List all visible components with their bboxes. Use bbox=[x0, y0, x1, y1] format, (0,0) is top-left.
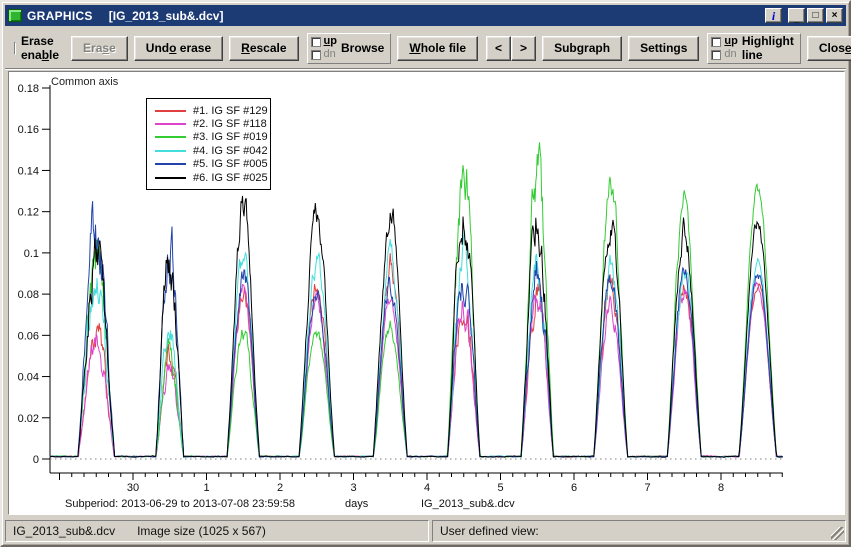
browse-label: Browse bbox=[341, 41, 384, 55]
resize-grip[interactable] bbox=[831, 527, 844, 540]
highlight-line-label: Highlight line bbox=[742, 34, 794, 62]
svg-text:0.1: 0.1 bbox=[24, 248, 39, 260]
erase-enable-label: Erase enable bbox=[21, 34, 59, 62]
app-window: GRAPHICS [IG_2013_sub&.dcv] i _ □ × Eras… bbox=[0, 0, 851, 547]
svg-text:0.12: 0.12 bbox=[18, 207, 39, 219]
close-window-button[interactable]: × bbox=[826, 8, 843, 23]
maximize-button[interactable]: □ bbox=[807, 8, 824, 23]
browse-up-label: up bbox=[324, 36, 337, 47]
undo-erase-button[interactable]: Undo erase bbox=[134, 36, 223, 61]
status-bar: IG_2013_sub&.dcv Image size (1025 x 567)… bbox=[5, 520, 846, 542]
svg-text:3: 3 bbox=[350, 482, 356, 494]
highlight-up-checkbox[interactable] bbox=[711, 37, 721, 47]
x-axis-unit-label: days bbox=[345, 498, 368, 510]
svg-text:7: 7 bbox=[644, 482, 650, 494]
whole-file-button[interactable]: Whole file bbox=[397, 36, 478, 61]
erase-enable-checkbox[interactable] bbox=[14, 42, 16, 55]
svg-text:30: 30 bbox=[127, 482, 139, 494]
maximize-icon: □ bbox=[812, 11, 818, 21]
svg-text:0.08: 0.08 bbox=[18, 289, 39, 301]
legend-item: #3. IG SF #019 bbox=[155, 131, 263, 144]
step-forward-button[interactable]: > bbox=[511, 36, 536, 61]
chart-file-label: IG_2013_sub&.dcv bbox=[421, 498, 515, 510]
subperiod-label: Subperiod: 2013-06-29 to 2013-07-08 23:5… bbox=[65, 498, 295, 510]
close-button[interactable]: Close bbox=[807, 36, 851, 61]
minimize-button[interactable]: _ bbox=[788, 8, 805, 23]
subgraph-button[interactable]: Subgraph bbox=[542, 36, 622, 61]
status-panel-view: User defined view: bbox=[432, 520, 846, 542]
svg-text:4: 4 bbox=[424, 482, 430, 494]
svg-text:6: 6 bbox=[571, 482, 577, 494]
step-buttons: < > bbox=[486, 36, 536, 61]
status-file-name: IG_2013_sub&.dcv bbox=[13, 524, 115, 538]
legend-item: #5. IG SF #005 bbox=[155, 158, 263, 171]
chart-svg[interactable]: 0 0.02 0.04 0.06 0.08 0.1 0.12 0.14 0.16 0.18 30 1 2… bbox=[9, 72, 844, 514]
settings-button[interactable]: Settings bbox=[628, 36, 699, 61]
highlight-dn-label: dn bbox=[724, 49, 736, 60]
svg-text:0.02: 0.02 bbox=[18, 413, 39, 425]
browse-dn-checkbox[interactable] bbox=[311, 50, 321, 60]
rescale-button[interactable]: Rescale bbox=[229, 36, 298, 61]
svg-text:0.16: 0.16 bbox=[18, 124, 39, 136]
svg-text:0.18: 0.18 bbox=[18, 83, 39, 95]
legend-item: #1. IG SF #129 bbox=[155, 104, 263, 117]
info-button[interactable]: i bbox=[765, 8, 782, 23]
title-bar[interactable]: GRAPHICS [IG_2013_sub&.dcv] i _ □ × bbox=[5, 5, 846, 26]
document-title: [IG_2013_sub&.dcv] bbox=[109, 9, 224, 23]
legend-item: #4. IG SF #042 bbox=[155, 144, 263, 157]
chart-title: Common axis bbox=[51, 76, 118, 88]
close-icon: × bbox=[832, 11, 838, 21]
browse-dn-label: dn bbox=[324, 49, 336, 60]
legend-item: #6. IG SF #025 bbox=[155, 171, 263, 184]
app-title: GRAPHICS bbox=[27, 9, 93, 23]
highlight-up-label: up bbox=[724, 36, 737, 47]
status-panel-file: IG_2013_sub&.dcv Image size (1025 x 567) bbox=[5, 520, 429, 542]
app-icon bbox=[8, 9, 22, 22]
series-1-swatch bbox=[155, 110, 186, 112]
toolbar: Erase enable Erase Undo erase Rescale up… bbox=[5, 28, 846, 69]
svg-text:0.04: 0.04 bbox=[18, 372, 39, 384]
series-5-swatch bbox=[155, 163, 186, 165]
svg-text:8: 8 bbox=[718, 482, 724, 494]
svg-text:2: 2 bbox=[277, 482, 283, 494]
chart-legend: #1. IG SF #129 #2. IG SF #118 #3. IG SF … bbox=[146, 98, 271, 190]
series-2-swatch bbox=[155, 123, 186, 125]
svg-text:1: 1 bbox=[203, 482, 209, 494]
highlight-line-group: up dn Highlight line bbox=[707, 33, 800, 64]
minimize-icon: _ bbox=[794, 14, 800, 24]
series-4-swatch bbox=[155, 150, 186, 152]
erase-button[interactable]: Erase bbox=[71, 36, 128, 61]
browse-up-checkbox[interactable] bbox=[311, 37, 321, 47]
svg-text:0.14: 0.14 bbox=[18, 165, 39, 177]
info-icon: i bbox=[772, 10, 775, 22]
svg-text:0.06: 0.06 bbox=[18, 330, 39, 342]
svg-text:0: 0 bbox=[33, 454, 39, 466]
legend-item: #2. IG SF #118 bbox=[155, 117, 263, 130]
series-3-swatch bbox=[155, 136, 186, 138]
chart-panel: 0 0.02 0.04 0.06 0.08 0.1 0.12 0.14 0.16 0.18 30 1 2… bbox=[8, 71, 845, 515]
status-image-size: Image size (1025 x 567) bbox=[137, 524, 266, 538]
series-6-swatch bbox=[155, 177, 186, 179]
status-view-label: User defined view: bbox=[440, 524, 539, 538]
svg-text:5: 5 bbox=[497, 482, 503, 494]
browse-group: up dn Browse bbox=[307, 33, 392, 64]
step-back-button[interactable]: < bbox=[486, 36, 511, 61]
highlight-dn-checkbox[interactable] bbox=[711, 50, 721, 60]
